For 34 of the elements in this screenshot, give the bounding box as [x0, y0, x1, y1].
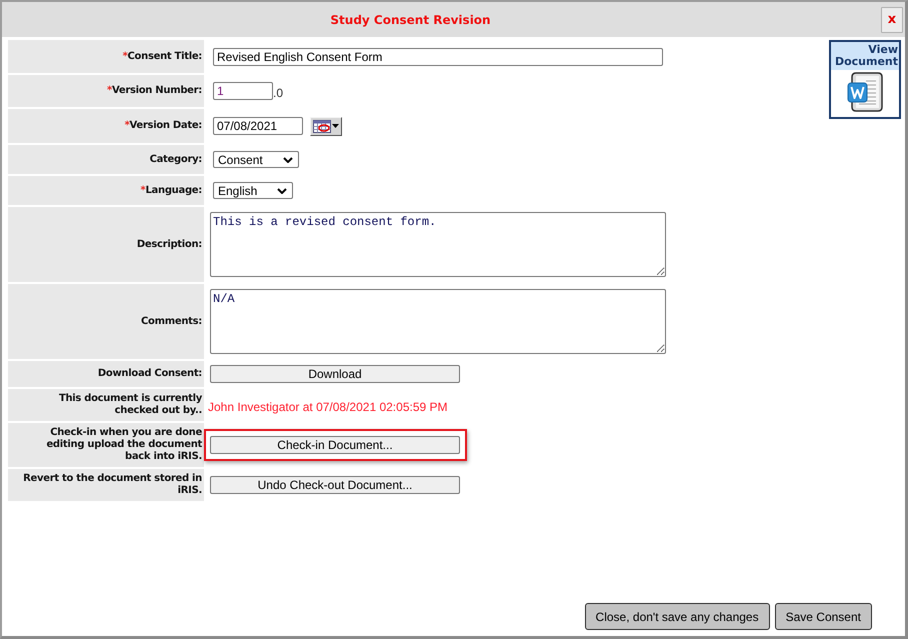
document-icon: [847, 72, 883, 112]
calendar-icon: [313, 120, 331, 132]
dropdown-field[interactable]: Consent: [213, 151, 299, 168]
field-label: *Version Date:: [124, 120, 202, 132]
text-area[interactable]: N/A: [210, 289, 666, 354]
window-title: Study Consent Revision: [329, 12, 492, 26]
field-label: Download Consent:: [98, 368, 202, 380]
field-label: This document is currently checked out by..: [58, 393, 202, 417]
version-field[interactable]: 1: [213, 82, 273, 100]
field-label: Revert to the document stored in iRIS.: [22, 473, 202, 497]
field-label: Description:: [136, 238, 202, 250]
field-label: *Language:: [140, 184, 202, 196]
dropdown-field[interactable]: English: [213, 182, 294, 199]
field-label: Category:: [150, 154, 202, 166]
action-button[interactable]: Check-in Document...: [210, 436, 460, 454]
view-document-button[interactable]: View Document: [829, 40, 901, 119]
checked-out-info: John Investigator at 07/08/2021 02:05:59 PM: [208, 400, 448, 414]
text-field[interactable]: Revised English Consent Form: [213, 48, 663, 66]
close-button[interactable]: x: [881, 6, 903, 32]
version-suffix: .0: [273, 86, 284, 102]
footer-button[interactable]: Close, don't save any changes: [584, 603, 770, 630]
field-label: *Version Number:: [107, 85, 202, 97]
action-button[interactable]: Undo Check-out Document...: [210, 476, 460, 494]
caret-icon: [332, 124, 339, 128]
date-field[interactable]: 07/08/2021: [213, 117, 303, 135]
action-button[interactable]: Download: [210, 365, 460, 383]
field-label: Comments:: [141, 316, 202, 328]
text-area[interactable]: This is a revised consent form.: [210, 212, 666, 277]
calendar-button[interactable]: [310, 116, 342, 136]
chevron-down-icon: [277, 188, 288, 194]
chevron-down-icon: [282, 156, 293, 162]
field-label: Check-in when you are done editing upload the document back into iRIS.: [45, 427, 202, 463]
field-label: *Consent Title:: [122, 50, 202, 62]
footer-button[interactable]: Save Consent: [774, 603, 872, 630]
